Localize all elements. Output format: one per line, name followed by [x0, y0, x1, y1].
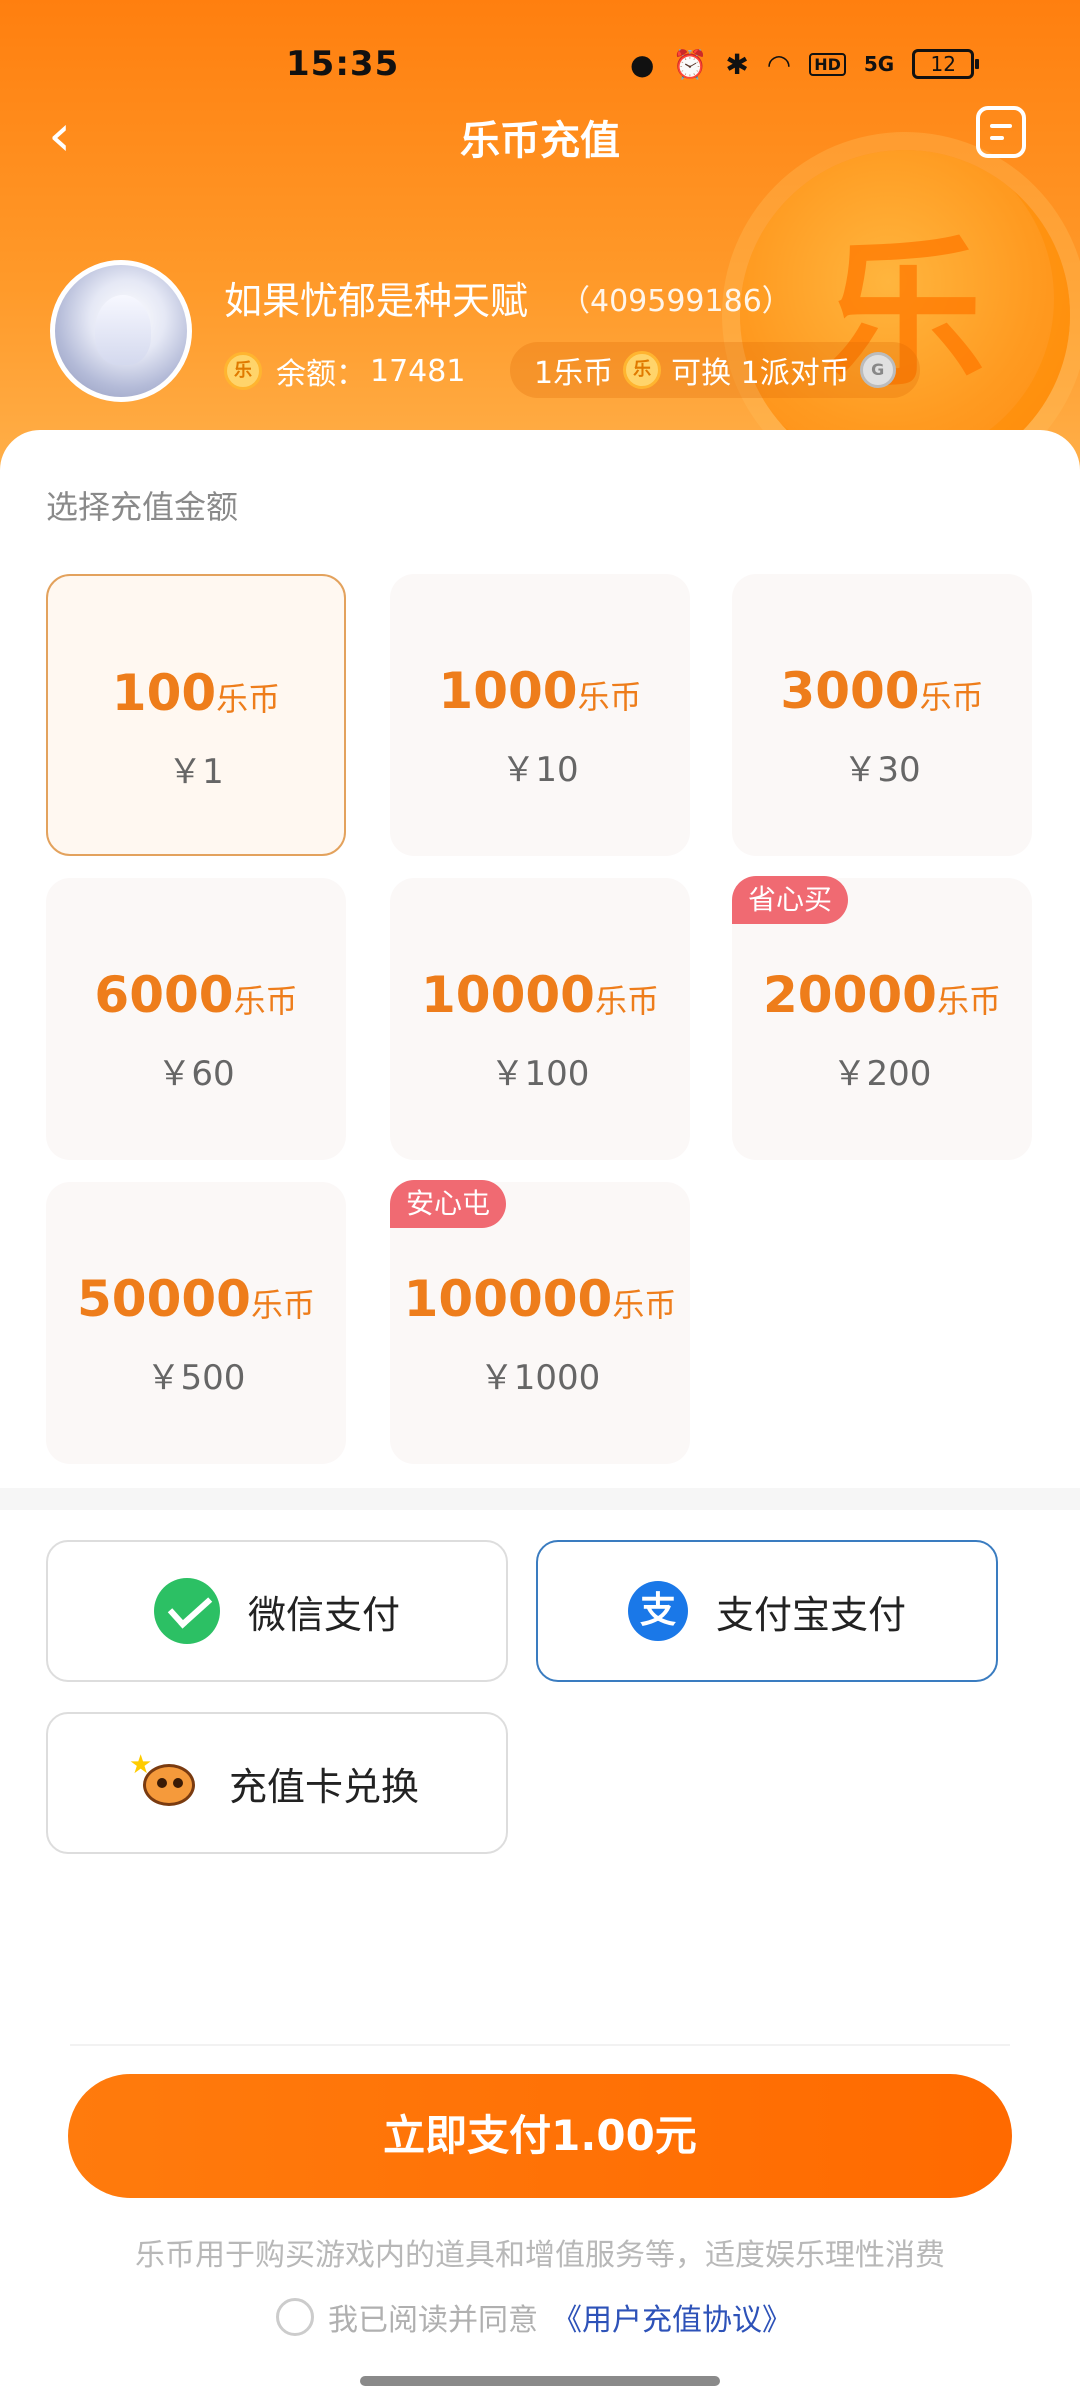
wechat-pay-button[interactable]: 微信支付 [46, 1540, 508, 1682]
coin-amount: 100000 [403, 1270, 613, 1328]
mascot-eye [156, 1778, 167, 1788]
amount-option-10000[interactable]: 10000乐币 ￥100 [390, 878, 690, 1160]
coin-amount: 6000 [94, 966, 234, 1024]
coin-unit: 乐币 [919, 678, 984, 716]
coin-unit: 乐币 [594, 982, 659, 1020]
amount-line: 100乐币 [48, 664, 344, 722]
bluetooth-icon: ✱ [725, 47, 749, 81]
price: ￥60 [157, 1054, 235, 1094]
coin-amount: 1000 [438, 662, 578, 720]
home-indicator[interactable] [360, 2376, 720, 2386]
coin-unit: 乐币 [250, 1286, 315, 1324]
5g-signal-icon: 5G [863, 52, 895, 76]
le-coin-icon: 乐 [224, 352, 262, 390]
wechat-pay-label: 微信支付 [247, 1592, 400, 1637]
coin-unit: 乐币 [936, 982, 1001, 1020]
mascot-icon: ★ [129, 1750, 201, 1812]
coin-amount: 100 [111, 664, 217, 722]
status-time: 15:35 [286, 44, 400, 84]
status-icons: ● ⏰ ✱ ◠ HD 5G 12 [630, 44, 980, 84]
wechat-icon [153, 1578, 220, 1644]
agreement-checkbox[interactable] [276, 2298, 314, 2336]
user-name: 如果忧郁是种天赋 [224, 279, 529, 323]
amount-line: 6000乐币 [46, 966, 346, 1024]
records-list-icon[interactable] [976, 106, 1026, 158]
coin-amount: 20000 [763, 966, 937, 1024]
amount-option-100[interactable]: 100乐币 ￥1 [46, 574, 346, 856]
rate-left: 1乐币 [534, 356, 614, 391]
price: ￥1 [168, 752, 224, 792]
coin-unit: 乐币 [216, 680, 281, 718]
user-id: （409599186） [560, 284, 792, 319]
card-redeem-button[interactable]: ★ 充值卡兑换 [46, 1712, 508, 1854]
promo-tag: 省心买 [732, 876, 849, 924]
price: ￥30 [843, 750, 921, 790]
amount-line: 1000乐币 [390, 662, 690, 720]
balance-label: 余额： [276, 357, 366, 392]
agreement-text: 我已阅读并同意 [328, 2303, 538, 2338]
amount-line: 10000乐币 [390, 966, 690, 1024]
amount-option-20000[interactable]: 省心买 20000乐币 ￥200 [732, 876, 1032, 1160]
usage-notice: 乐币用于购买游戏内的道具和增值服务等，适度娱乐理性消费 [135, 2238, 945, 2273]
alipay-icon: 支 [627, 1581, 688, 1641]
card-redeem-label: 充值卡兑换 [228, 1764, 419, 1809]
coin-amount: 50000 [77, 1270, 251, 1328]
amount-line: 50000乐币 [46, 1270, 346, 1328]
coin-amount: 3000 [780, 662, 920, 720]
price: ￥200 [832, 1054, 932, 1094]
le-coin-icon: 乐 [623, 351, 662, 389]
mascot-eye [172, 1778, 183, 1788]
promo-tag: 安心屯 [390, 1180, 507, 1228]
amount-option-3000[interactable]: 3000乐币 ￥30 [732, 574, 1032, 856]
pay-now-button[interactable]: 立即支付1.00元 [68, 2074, 1012, 2198]
alarm-icon: ⏰ [672, 47, 708, 81]
balance-row: 乐 余额： 17481 [224, 346, 465, 396]
amount-option-100000[interactable]: 安心屯 100000乐币 ￥1000 [390, 1180, 690, 1464]
party-coin-icon: G [859, 352, 896, 388]
section-divider [0, 1488, 1080, 1510]
amount-line: 20000乐币 [732, 966, 1032, 1024]
agreement-link[interactable]: 《用户充值协议》 [552, 2295, 792, 2339]
recharge-panel: 选择充值金额 100乐币 ￥1 1000乐币 ￥10 3000乐币 ￥30 60… [0, 430, 1080, 2400]
price: ￥1000 [479, 1358, 601, 1398]
coin-unit: 乐币 [577, 678, 642, 716]
hd-icon: HD [809, 52, 846, 76]
header: 乐 15:35 ● ⏰ ✱ ◠ HD 5G 12 ‹ 乐币充值 如果忧郁是种天赋… [0, 0, 1080, 480]
section-label: 选择充值金额 [46, 488, 239, 526]
star-icon: ★ [128, 1750, 153, 1780]
coin-unit: 乐币 [612, 1286, 677, 1324]
price: ￥100 [490, 1054, 590, 1094]
amount-option-6000[interactable]: 6000乐币 ￥60 [46, 878, 346, 1160]
page-title: 乐币充值 [460, 118, 620, 164]
rate-mid: 可换 1派对币 [671, 356, 850, 391]
price: ￥10 [501, 750, 579, 790]
alipay-label: 支付宝支付 [715, 1592, 906, 1637]
nav-bar: ‹ 乐币充值 [0, 90, 1080, 180]
amount-option-50000[interactable]: 50000乐币 ￥500 [46, 1182, 346, 1464]
amount-option-1000[interactable]: 1000乐币 ￥10 [390, 574, 690, 856]
price: ￥500 [146, 1358, 246, 1398]
bottom-divider [70, 2044, 1010, 2046]
coin-amount: 10000 [421, 966, 595, 1024]
data-saver-icon: ● [630, 47, 655, 81]
coin-unit: 乐币 [233, 982, 298, 1020]
balance-value: 17481 [370, 353, 466, 389]
amount-line: 3000乐币 [732, 662, 1032, 720]
avatar[interactable] [50, 260, 192, 402]
amount-line: 100000乐币 [390, 1270, 690, 1328]
exchange-rate-pill: 1乐币 乐 可换 1派对币 G [510, 342, 920, 398]
wifi-icon: ◠ [766, 47, 792, 81]
alipay-button[interactable]: 支 支付宝支付 [536, 1540, 998, 1682]
battery-icon: 12 [912, 49, 980, 79]
agreement-row: 我已阅读并同意 《用户充值协议》 [276, 2292, 792, 2342]
